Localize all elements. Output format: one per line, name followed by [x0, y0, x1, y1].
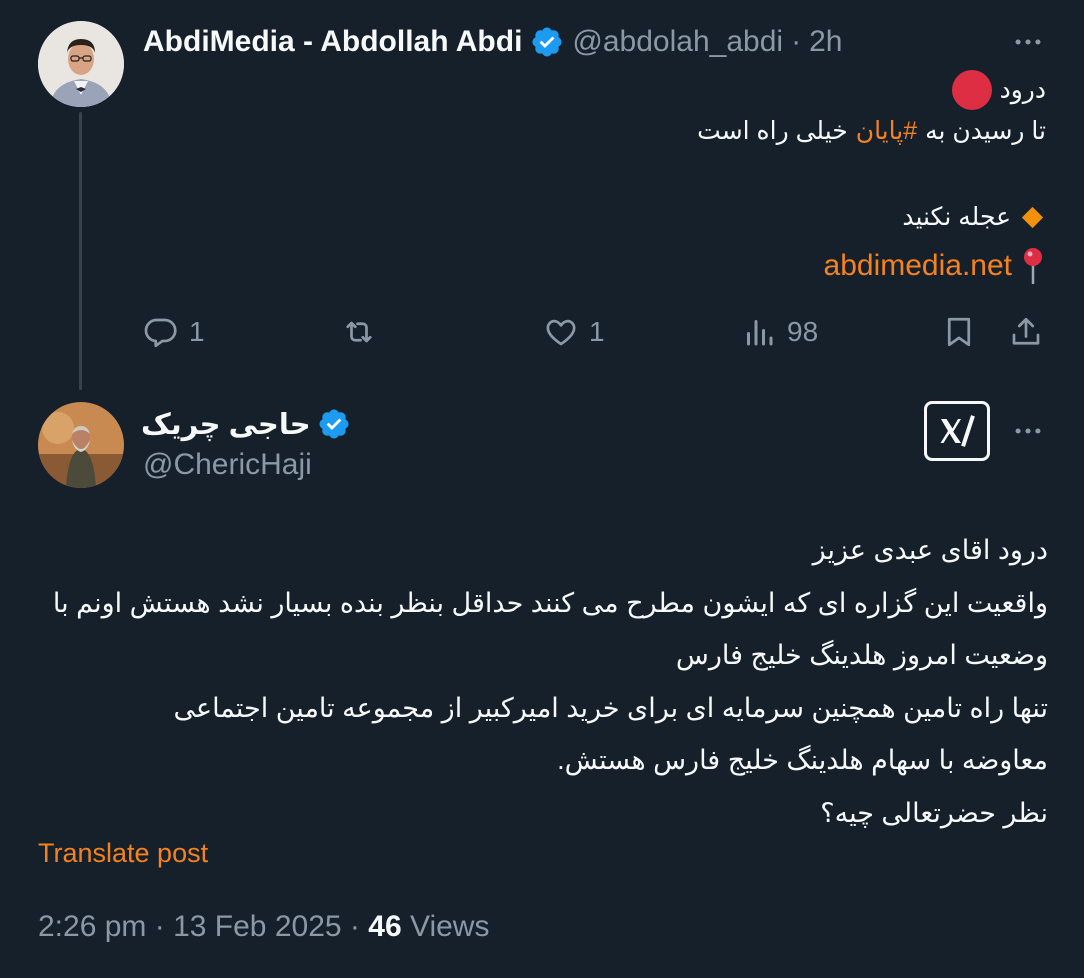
post2-body-line: واقعیت این گزاره ای که ایشون مطرح می کنن…	[52, 587, 1048, 618]
share-icon	[1012, 317, 1040, 345]
avatar-cherichaji[interactable]	[38, 402, 124, 488]
post1-line2-before: تا رسیدن به	[925, 117, 1046, 145]
post1-greeting-text: درود	[999, 76, 1046, 104]
meta-separator: ·	[349, 910, 360, 943]
hashtag-link[interactable]: #پایان	[856, 116, 917, 146]
red-circle-emoji	[951, 70, 992, 110]
post1-line-hashtag: تا رسیدن به #پایان خیلی راه است	[697, 116, 1046, 146]
repost-button[interactable]	[341, 310, 387, 354]
post2-date[interactable]: 13 Feb 2025	[173, 910, 341, 943]
post2-body-line: وضعیت امروز هلدینگ خلیج فارس	[675, 640, 1048, 670]
post1-time[interactable]: 2h	[809, 25, 842, 59]
bookmark-icon	[947, 317, 971, 347]
post1-header: AbdiMedia - Abdollah Abdi @abdolah_abdi …	[143, 22, 842, 62]
post1-author-name[interactable]: AbdiMedia - Abdollah Abdi	[143, 25, 522, 59]
post1-line-link: abdimedia.net	[824, 246, 1046, 286]
reply-icon	[144, 318, 177, 348]
post1-warning-text: عجله نکنید	[902, 203, 1011, 231]
post1-line-warning: عجله نکنید	[902, 202, 1046, 232]
views-count: 98	[787, 316, 819, 347]
thread-connector-line	[79, 112, 82, 390]
post2-body-line: معاوضه با سهام هلدینگ خلیج فارس هستش.	[557, 745, 1048, 775]
post2-body: درود اقای عبدی عزیز واقعیت این گزاره ای …	[38, 524, 1048, 839]
round-pushpin-emoji	[1024, 248, 1042, 284]
post2-views-label: Views	[409, 910, 490, 943]
views-chart-icon	[747, 320, 773, 346]
reply-button[interactable]: 1	[143, 310, 205, 354]
post1-line2-after: خیلی راه است	[697, 117, 848, 145]
views-button[interactable]: 98	[741, 310, 818, 354]
like-button[interactable]: 1	[543, 310, 605, 354]
heart-icon	[546, 319, 576, 346]
post2-author-name[interactable]: حاجی چریک	[141, 407, 311, 442]
reply-count: 1	[189, 316, 205, 347]
more-options-button[interactable]	[1008, 22, 1048, 62]
post2-body-line: تنها راه تامین همچنین سرمایه ای برای خری…	[173, 692, 1048, 723]
repost-icon	[346, 321, 372, 343]
share-button[interactable]	[1008, 310, 1044, 354]
tweet-thread: AbdiMedia - Abdollah Abdi @abdolah_abdi …	[0, 0, 1084, 978]
more-options-button-post2[interactable]	[1008, 411, 1048, 451]
like-count: 1	[589, 316, 605, 347]
post2-views-count: 46	[368, 910, 402, 943]
meta-separator: ·	[154, 910, 165, 943]
orange-diamond-emoji	[1021, 206, 1044, 228]
post1-separator: ·	[791, 25, 802, 58]
grok-button[interactable]	[924, 401, 990, 461]
verified-badge-icon	[319, 409, 349, 439]
post2-timestamp[interactable]: 2:26 pm	[38, 910, 146, 943]
post2-body-line: نظر حضرتعالی چیه؟	[820, 797, 1048, 828]
more-dots-icon	[1015, 428, 1041, 434]
website-link[interactable]: abdimedia.net	[824, 249, 1012, 283]
post2-header: حاجی چریک	[141, 402, 351, 446]
post1-line-greeting: درود	[951, 70, 1046, 110]
avatar-abdimedia[interactable]	[38, 21, 124, 107]
post1-handle[interactable]: @abdolah_abdi	[572, 25, 783, 59]
more-dots-icon	[1015, 39, 1041, 45]
post2-body-line: درود اقای عبدی عزیز	[812, 535, 1048, 565]
post2-meta: 2:26 pm · 13 Feb 2025 · 46 Views	[38, 910, 489, 944]
translate-post-link[interactable]: Translate post	[38, 838, 208, 869]
verified-badge-icon	[532, 27, 562, 57]
post2-handle[interactable]: @ChericHaji	[143, 448, 312, 482]
bookmark-button[interactable]	[941, 310, 977, 354]
grok-icon	[940, 415, 975, 447]
